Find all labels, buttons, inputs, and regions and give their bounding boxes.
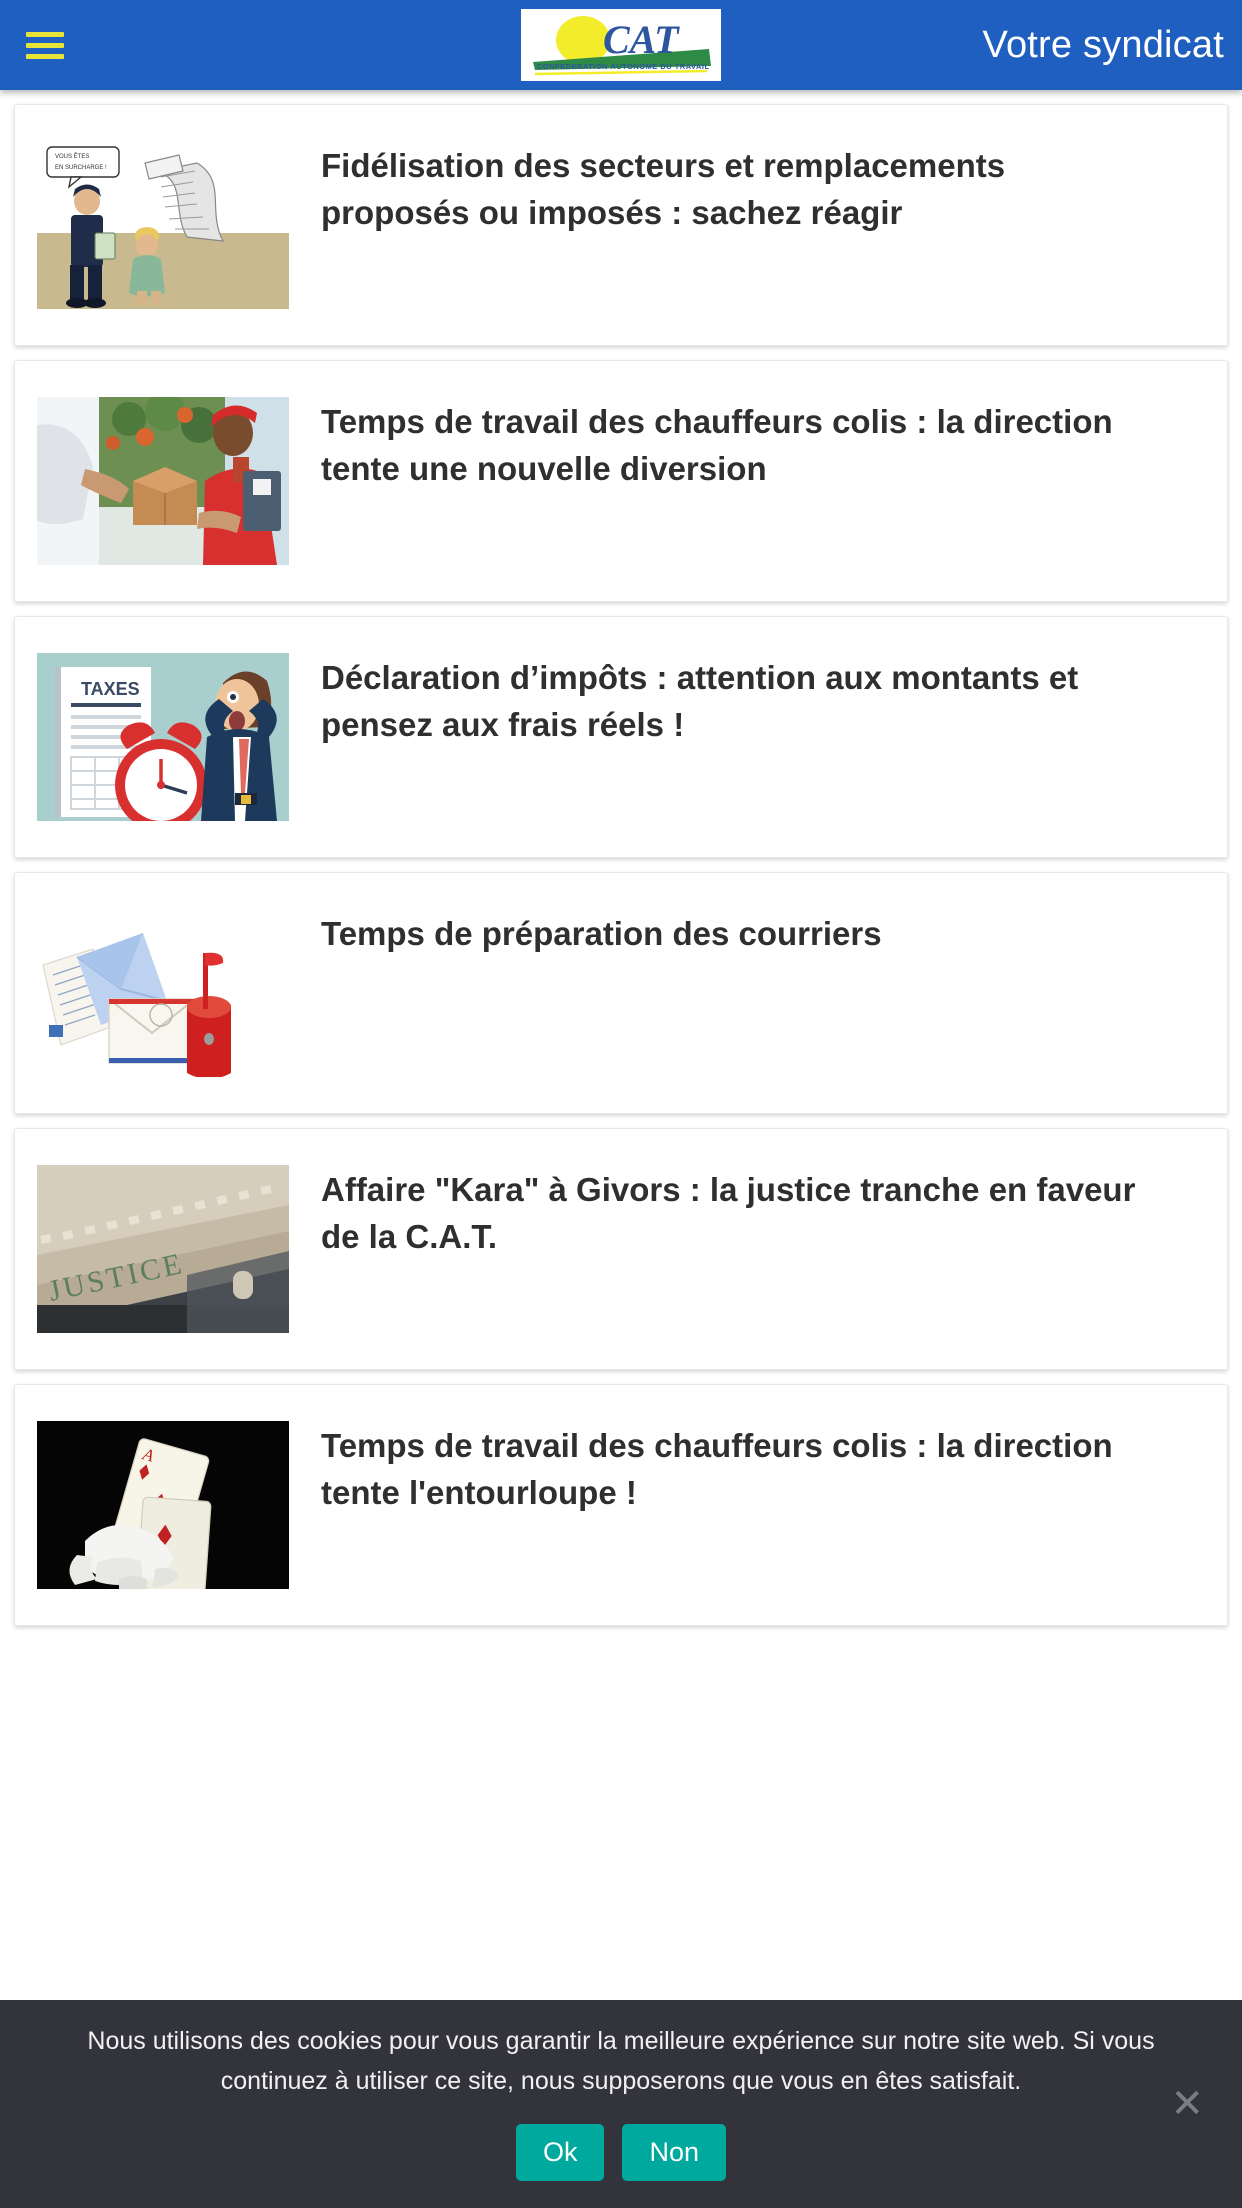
svg-text:CAT: CAT <box>603 17 680 62</box>
post-card[interactable]: JUSTICE Affaire "Kara" à Givors : la jus… <box>14 1128 1228 1370</box>
thumb-delivery-parcel[interactable] <box>37 397 289 565</box>
thumb-cartoon-surcharge[interactable]: VOUS ÊTES EN SURCHARGE ! <box>37 141 289 309</box>
svg-text:EN SURCHARGE !: EN SURCHARGE ! <box>55 165 107 171</box>
cookie-accept-button[interactable]: Ok <box>515 2123 605 2182</box>
post-card[interactable]: A Temps de travail des chauffeurs colis … <box>14 1384 1228 1626</box>
thumb-magician-cards[interactable]: A <box>37 1421 289 1589</box>
cookie-actions: Ok Non <box>515 2123 727 2182</box>
cookie-decline-button[interactable]: Non <box>622 2123 727 2182</box>
header-title: Votre syndicat <box>982 24 1224 66</box>
post-card[interactable]: VOUS ÊTES EN SURCHARGE ! Fidélisation de… <box>14 104 1228 346</box>
svg-text:VOUS ÊTES: VOUS ÊTES <box>55 152 89 160</box>
thumb-justice-building[interactable]: JUSTICE <box>37 1165 289 1333</box>
site-logo[interactable]: CAT CONFEDERATION AUTONOME DU TRAVAIL <box>521 9 721 81</box>
post-title[interactable]: Temps de préparation des courriers <box>321 909 1161 958</box>
thumb-mailbox-letters[interactable] <box>37 909 289 1077</box>
post-title[interactable]: Temps de travail des chauffeurs colis : … <box>321 397 1161 493</box>
post-card[interactable]: Temps de travail des chauffeurs colis : … <box>14 360 1228 602</box>
cookie-message: Nous utilisons des cookies pour vous gar… <box>87 2026 1155 2096</box>
close-icon[interactable]: ✕ <box>1170 2084 1204 2124</box>
post-card[interactable]: TAXES Déclaration d’impôts: attention a… <box>14 616 1228 858</box>
post-card[interactable]: Temps de préparation des courriers <box>14 872 1228 1114</box>
site-header: CAT CONFEDERATION AUTONOME DU TRAVAIL Vo… <box>0 0 1242 90</box>
post-list: VOUS ÊTES EN SURCHARGE ! Fidélisation de… <box>0 104 1242 1626</box>
post-title[interactable]: Affaire "Kara" à Givors : la justice tra… <box>321 1165 1161 1261</box>
thumb-taxes-clock[interactable]: TAXES <box>37 653 289 821</box>
post-title[interactable]: Déclaration d’impôts : attention aux mon… <box>321 653 1161 749</box>
svg-text:TAXES: TAXES <box>81 679 140 699</box>
post-title[interactable]: Fidélisation des secteurs et remplacemen… <box>321 141 1161 237</box>
post-title[interactable]: Temps de travail des chauffeurs colis : … <box>321 1421 1161 1517</box>
hamburger-menu-icon[interactable] <box>22 26 68 64</box>
cookie-consent-banner: Nous utilisons des cookies pour vous gar… <box>0 2000 1242 2208</box>
hamburger-bar-2 <box>26 42 64 48</box>
hamburger-bar-1 <box>26 31 64 37</box>
svg-text:CONFEDERATION AUTONOME DU TRAV: CONFEDERATION AUTONOME DU TRAVAIL <box>537 62 710 71</box>
hamburger-bar-3 <box>26 53 64 59</box>
